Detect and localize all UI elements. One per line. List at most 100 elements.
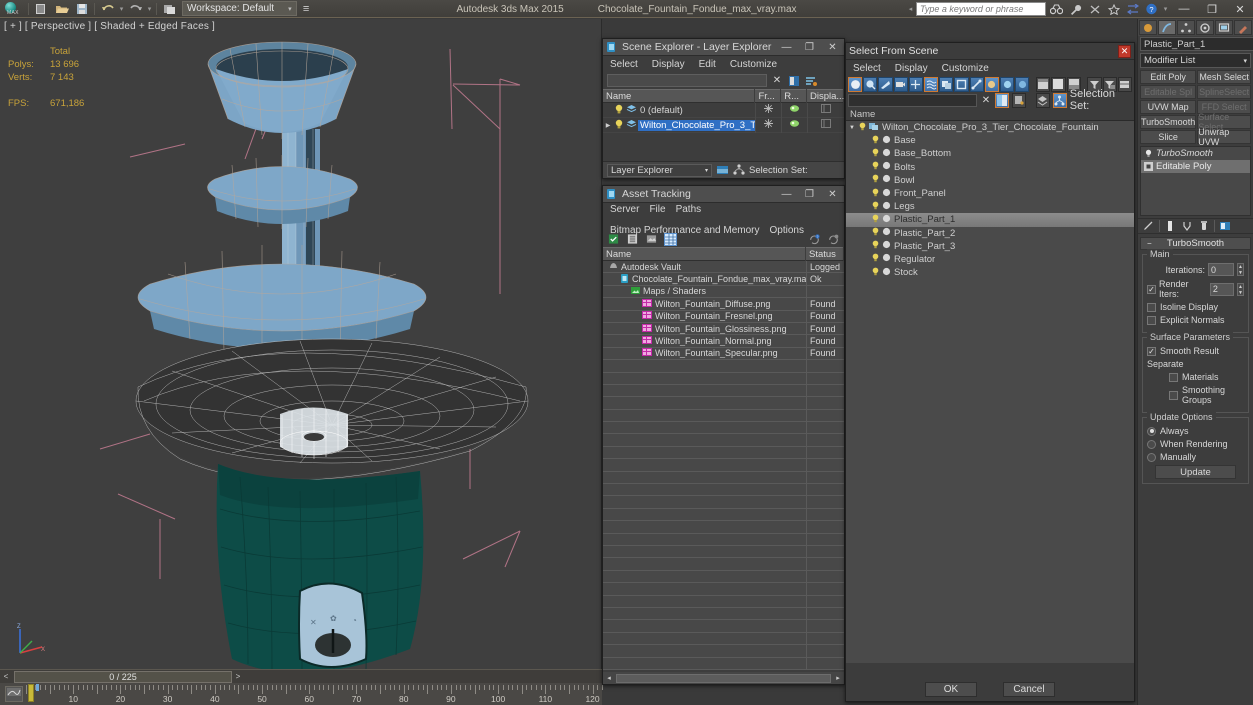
vault-login-icon[interactable] [607,233,620,246]
menu-file[interactable]: File [649,204,665,215]
wrench-icon[interactable] [1067,1,1084,17]
select-scene-row[interactable]: Base_Bottom [846,147,1134,160]
tab-motion[interactable] [1196,20,1214,35]
tab-hierarchy[interactable] [1177,20,1195,35]
lightbulb-icon[interactable] [872,253,879,265]
asset-tracking-titlebar[interactable]: Asset Tracking — ❐ ✕ [603,186,844,203]
search-options-icon[interactable] [1012,92,1027,108]
menu-customize[interactable]: Customize [942,63,989,74]
column-name[interactable]: Name [603,247,806,261]
lightbulb-icon[interactable] [872,161,879,173]
display-children-icon[interactable] [1036,76,1051,92]
update-option-row[interactable]: Always [1147,426,1244,436]
save-file-icon[interactable] [72,1,91,17]
open-mini-curve-editor-icon[interactable] [5,686,23,702]
binoculars-icon[interactable] [1048,1,1065,17]
select-from-scene-titlebar[interactable]: Select From Scene ✕ [846,43,1134,60]
isoline-display-row[interactable]: Isoline Display [1147,302,1244,312]
asset-tracking-column-headers[interactable]: Name Status [603,247,844,261]
tab-display[interactable] [1215,20,1233,35]
clear-search-icon[interactable]: ✕ [980,93,993,107]
lightbulb-icon[interactable] [613,119,625,132]
lightbulb-icon[interactable] [1144,149,1153,158]
lightbulb-icon[interactable] [872,135,879,147]
menu-paths[interactable]: Paths [676,204,702,215]
filter-helpers-icon[interactable] [908,76,924,92]
menu-server[interactable]: Server [610,204,639,215]
viewport-label[interactable]: [ + ] [ Perspective ] [ Shaded + Edged F… [4,21,215,32]
render-toggle[interactable] [781,102,807,118]
bug-icon[interactable] [1086,1,1103,17]
lightbulb-icon[interactable] [613,104,625,117]
exchange-icon[interactable] [1124,1,1141,17]
display-toggle[interactable] [807,117,844,133]
asset-row[interactable]: Wilton_Fountain_Diffuse.png Found [603,298,844,311]
set-project-folder-icon[interactable] [160,1,179,17]
scene-explorer-menubar[interactable]: Select Display Edit Customize [603,56,844,72]
filter-xrefs-icon[interactable] [954,76,969,92]
filter-groups-icon[interactable] [939,76,954,92]
display-influences-icon[interactable] [1051,76,1066,92]
explorer-mode-combo[interactable]: Layer Explorer ▾ [607,163,712,177]
smooth-result-checkbox[interactable]: ✓ [1147,346,1156,356]
scene-explorer-row[interactable]: ▶ Wilton_Chocolate_Pro_3_Tier_Chocol... [603,117,844,133]
explicit-normals-checkbox[interactable] [1147,315,1156,325]
modifier-list-combo[interactable]: Modifier List ▾ [1140,53,1251,68]
asset-tracking-hscrollbar[interactable]: ◂ ▸ [603,672,844,684]
perspective-viewport[interactable]: [ + ] [ Perspective ] [ Shaded + Edged F… [0,19,602,669]
tab-modify[interactable] [1158,20,1176,35]
column-render[interactable]: R... [781,89,807,103]
render-iters-value[interactable]: 2 [1209,282,1235,296]
hierarchy-toggle-icon[interactable] [1052,92,1067,108]
ok-button[interactable]: OK [925,682,977,697]
select-scene-row[interactable]: ▼ Wilton_Chocolate_Pro_3_Tier_Chocolate_F… [846,121,1134,134]
scene-explorer-search-input[interactable] [607,74,767,87]
lightbulb-icon[interactable] [872,188,879,200]
update-button[interactable]: Update [1155,465,1236,479]
modifier-button[interactable]: SplineSelect [1197,85,1251,99]
modifier-button[interactable]: Mesh Select [1197,70,1251,84]
menu-edit[interactable]: Edit [699,59,716,70]
lightbulb-icon[interactable] [872,148,879,160]
menu-select[interactable]: Select [610,59,638,70]
modifier-button[interactable]: Edit Poly [1140,70,1197,84]
asset-row[interactable]: Maps / Shaders [603,285,844,299]
lightbulb-icon[interactable] [872,214,879,226]
asset-help-icon[interactable] [827,233,840,246]
list-view-icon[interactable] [626,233,639,246]
scene-explorer-filter-row[interactable]: ✕ [603,72,844,89]
scene-explorer-row[interactable]: 0 (default) [603,102,844,118]
time-slider[interactable]: < 0 / 225 > [0,669,602,683]
current-frame-indicator[interactable]: 0 / 225 [14,670,232,683]
iterations-spinner[interactable]: ▲ ▼ [1237,263,1244,276]
toggle-layer-explorer-icon[interactable] [715,163,729,177]
hscroll-left-icon[interactable]: ◂ [603,673,615,684]
expand-arrow-icon[interactable]: ▶ [603,122,613,129]
remove-modifier-icon[interactable] [1197,219,1211,233]
select-scene-row[interactable]: Bowl [846,174,1134,187]
filter-all-icon[interactable] [1015,76,1030,92]
select-scene-row[interactable]: Legs [846,200,1134,213]
filter-shapes-icon[interactable] [863,76,878,92]
help-icon[interactable]: ? [1143,1,1160,17]
filter-lights-icon[interactable] [878,76,893,92]
filter-geometry-icon[interactable] [848,76,863,92]
minimize-button[interactable]: — [1171,1,1197,18]
select-scene-row[interactable]: Plastic_Part_2 [846,227,1134,240]
star-icon[interactable] [1105,1,1122,17]
select-from-scene-search-toolbar[interactable]: ✕ Selection Set: [846,88,1134,112]
undo-icon[interactable] [98,1,117,17]
asset-row[interactable]: Wilton_Fountain_Glossiness.png Found [603,322,844,336]
hierarchy-icon[interactable] [732,163,746,177]
filter-cameras-icon[interactable] [893,76,908,92]
timeslider-prev-icon[interactable]: < [0,671,12,683]
update-option-row[interactable]: When Rendering [1147,439,1244,449]
app-logo-icon[interactable]: MAX [2,1,24,17]
lightbulb-icon[interactable] [872,267,879,279]
select-from-scene-menubar[interactable]: Select Display Customize [846,60,1134,76]
select-scene-row[interactable]: Plastic_Part_1 [846,213,1134,227]
asset-tracking-close-button[interactable]: ✕ [823,187,842,202]
column-name[interactable]: Name [603,89,756,103]
undo-dropdown-icon[interactable]: ▾ [118,5,125,13]
new-file-icon[interactable] [32,1,51,17]
